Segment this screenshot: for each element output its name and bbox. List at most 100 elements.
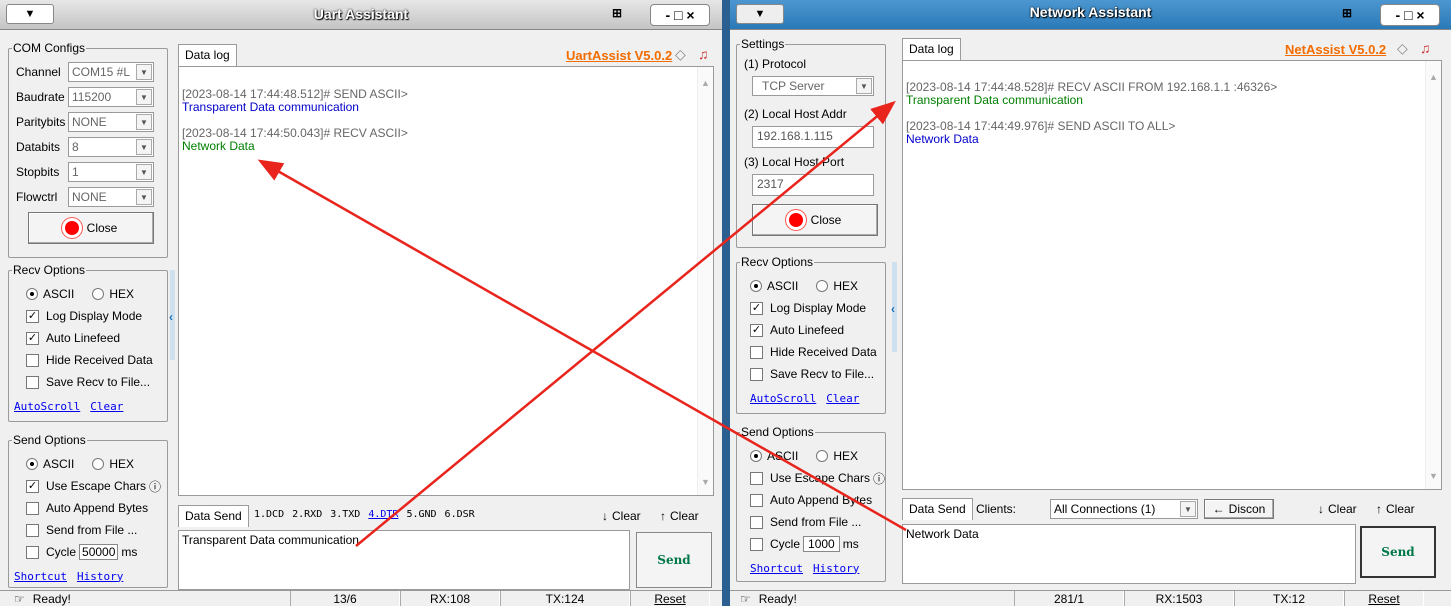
scrollbar[interactable]: ▲ ▼	[1425, 61, 1441, 489]
discon-label: Discon	[1228, 502, 1266, 516]
recv-ascii-radio[interactable]	[750, 280, 762, 292]
hide-recv-checkbox[interactable]: Hide Received Data	[750, 342, 877, 362]
send-input[interactable]: Transparent Data communication	[178, 530, 630, 590]
escape-chars-checkbox[interactable]: Use Escape Chars ⓘ	[750, 468, 885, 488]
stopbits-select[interactable]: 1 ▼	[68, 162, 154, 182]
save-recv-checkbox[interactable]: Save Recv to File...	[750, 364, 874, 384]
group-label: COM Configs	[12, 41, 87, 55]
close-connection-button[interactable]: Close	[752, 204, 878, 236]
send-hex-radio[interactable]	[816, 450, 829, 462]
data-log-area[interactable]: [2023-08-14 17:44:48.512]# SEND ASCII> T…	[178, 66, 714, 496]
parity-select[interactable]: NONE ▼	[68, 112, 154, 132]
hide-recv-checkbox[interactable]: Hide Received Data	[26, 350, 153, 370]
brand-link[interactable]: NetAssist V5.0.2	[1285, 42, 1386, 57]
data-log-area[interactable]: [2023-08-14 17:44:48.528]# RECV ASCII FR…	[902, 60, 1442, 490]
send-ascii-radio[interactable]	[750, 450, 762, 462]
tab-data-log[interactable]: Data log	[178, 44, 237, 66]
save-recv-checkbox[interactable]: Save Recv to File...	[26, 372, 150, 392]
host-addr-input[interactable]: 192.168.1.115	[752, 126, 874, 148]
cycle-checkbox[interactable]	[26, 545, 39, 559]
append-bytes-checkbox[interactable]: Auto Append Bytes	[26, 498, 148, 518]
pin-dtr[interactable]: 4.DTR	[368, 509, 398, 520]
append-bytes-checkbox[interactable]: Auto Append Bytes	[750, 490, 872, 510]
baudrate-select[interactable]: 115200 ▼	[68, 87, 154, 107]
diamond-icon[interactable]: ◇	[1397, 40, 1408, 57]
send-input[interactable]: Network Data	[902, 524, 1356, 584]
clear-log-button[interactable]: ↑ Clear	[660, 506, 699, 526]
uart-titlebar[interactable]: ▼ Uart Assistant ⊞ - □ ×	[0, 0, 722, 30]
cycle-input[interactable]: 50000	[79, 544, 119, 560]
pin-icon[interactable]: ⊞	[612, 6, 622, 20]
reset-button[interactable]: Reset	[630, 591, 710, 606]
window-controls[interactable]: - □ ×	[650, 4, 710, 26]
uart-assistant-window: ▼ Uart Assistant ⊞ - □ × COM Configs Cha…	[0, 0, 722, 606]
history-link[interactable]: History	[813, 562, 859, 575]
clear-link[interactable]: Clear	[90, 400, 123, 413]
cycle-input[interactable]: 1000	[803, 536, 840, 552]
tab-data-log[interactable]: Data log	[902, 38, 961, 60]
append-label: Auto Append Bytes	[770, 493, 873, 507]
flowctrl-select[interactable]: NONE ▼	[68, 187, 154, 207]
log-display-checkbox[interactable]: ✓ Log Display Mode	[26, 306, 142, 326]
autoscroll-link[interactable]: AutoScroll	[750, 392, 816, 405]
window-controls[interactable]: - □ ×	[1380, 4, 1440, 26]
diamond-icon[interactable]: ◇	[675, 46, 686, 63]
send-file-checkbox[interactable]: Send from File ...	[26, 520, 137, 540]
send-file-checkbox[interactable]: Send from File ...	[750, 512, 861, 532]
clear-send-button[interactable]: ↓ Clear	[602, 506, 641, 526]
send-ascii-radio[interactable]	[26, 458, 38, 470]
ascii-label: ASCII	[767, 279, 799, 293]
autoscroll-link[interactable]: AutoScroll	[14, 400, 80, 413]
info-icon[interactable]: ⓘ	[873, 470, 885, 487]
history-link[interactable]: History	[77, 570, 123, 583]
status-bar: ☞ Ready! 281/1 RX:1503 TX:12 Reset	[730, 590, 1451, 606]
clear-link[interactable]: Clear	[826, 392, 859, 405]
recv-ascii-radio[interactable]	[26, 288, 38, 300]
hex-label: HEX	[109, 457, 135, 471]
clear-send-button[interactable]: ↓ Clear	[1318, 499, 1357, 519]
net-titlebar[interactable]: ▼ Network Assistant ⊞ - □ ×	[730, 0, 1451, 30]
pin-icon[interactable]: ⊞	[1342, 6, 1352, 20]
shortcut-link[interactable]: Shortcut	[14, 570, 67, 583]
checkbox-icon	[26, 353, 39, 367]
recv-hex-radio[interactable]	[816, 280, 829, 292]
bell-icon[interactable]: ♫	[698, 46, 709, 62]
panel-splitter[interactable]: ‹	[169, 270, 175, 360]
checkbox-checked-icon: ✓	[750, 301, 763, 315]
recv-links: AutoScroll Clear	[14, 396, 133, 416]
channel-select[interactable]: COM15 #L ▼	[68, 62, 154, 82]
shortcut-link[interactable]: Shortcut	[750, 562, 803, 575]
cycle-row: Cycle 1000 ms	[750, 534, 859, 554]
info-icon[interactable]: ⓘ	[149, 478, 161, 495]
tab-data-send[interactable]: Data Send	[178, 505, 249, 527]
databits-select[interactable]: 8 ▼	[68, 137, 154, 157]
pin-status-bar: 1.DCD 2.RXD 3.TXD 4.DTR 5.GND 6.DSR	[254, 509, 483, 520]
status-ready: ☞ Ready!	[740, 591, 797, 606]
send-button[interactable]: Send	[1360, 526, 1436, 578]
bell-icon[interactable]: ♫	[1420, 40, 1431, 56]
port-input[interactable]: 2317	[752, 174, 874, 196]
log-display-checkbox[interactable]: ✓ Log Display Mode	[750, 298, 866, 318]
panel-splitter[interactable]: ‹	[891, 262, 897, 352]
send-button[interactable]: Send	[636, 532, 712, 588]
send-hex-radio[interactable]	[92, 458, 105, 470]
auto-linefeed-checkbox[interactable]: ✓ Auto Linefeed	[26, 328, 120, 348]
send-links: Shortcut History	[14, 566, 133, 586]
scrollbar[interactable]: ▲ ▼	[697, 67, 713, 495]
reset-button[interactable]: Reset	[1344, 591, 1424, 606]
recv-hex-radio[interactable]	[92, 288, 105, 300]
ms-label: ms	[842, 537, 859, 551]
cycle-label: Cycle	[770, 537, 801, 551]
close-port-button[interactable]: Close	[28, 212, 154, 244]
disconnect-button[interactable]: ← Discon	[1204, 499, 1274, 519]
clients-select[interactable]: All Connections (1) ▼	[1050, 499, 1198, 519]
protocol-select[interactable]: TCP Server ▼	[752, 76, 874, 96]
auto-linefeed-checkbox[interactable]: ✓ Auto Linefeed	[750, 320, 844, 340]
chevron-left-icon: ‹	[169, 310, 173, 324]
cycle-checkbox[interactable]	[750, 537, 763, 551]
tab-data-send[interactable]: Data Send	[902, 498, 973, 520]
send-file-label: Send from File ...	[770, 515, 862, 529]
escape-chars-checkbox[interactable]: ✓ Use Escape Chars ⓘ	[26, 476, 161, 496]
clear-log-button[interactable]: ↑ Clear	[1376, 499, 1415, 519]
brand-link[interactable]: UartAssist V5.0.2	[566, 48, 672, 63]
